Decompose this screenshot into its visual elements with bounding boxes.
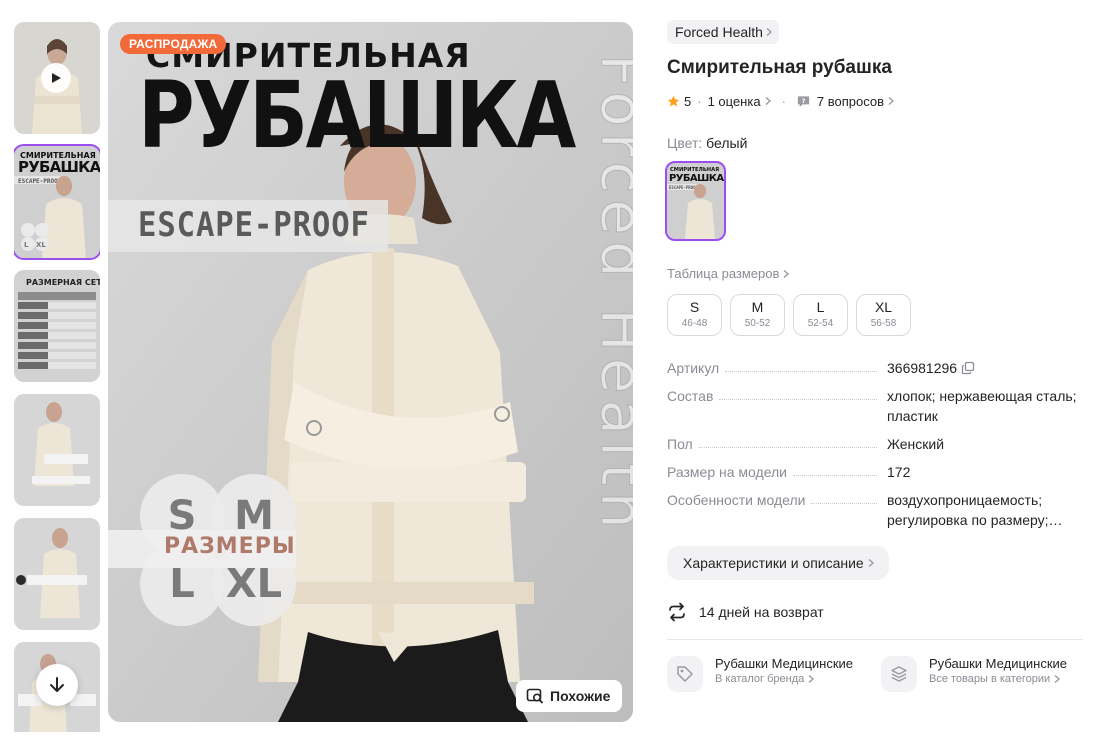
spec-row-composition: Состав хлопок; нержавеющая сталь; пласти… [667,386,1083,426]
product-info: Forced Health Смирительная рубашка 5 · 1… [665,20,1083,692]
layers-icon [891,666,907,682]
category-title: Рубашки Медицинские [715,656,854,671]
spec-row-model-size: Размер на модели 172 [667,462,1083,482]
chevron-right-icon [765,96,771,106]
thumbnail-size-chart[interactable]: РАЗМЕРНАЯ СЕТКА [14,270,100,382]
size-option-xl[interactable]: XL 56-58 [856,294,911,336]
size-table-link[interactable]: Таблица размеров [667,266,1083,281]
spec-row-article: Артикул 366981296 [667,358,1083,378]
sizes-word: РАЗМЕРЫ [164,534,296,559]
color-row: Цвет: белый [667,135,1083,151]
size-selector: S 46-48 M 50-52 L 52-54 XL 56-58 [667,294,1083,336]
product-title: Смирительная рубашка [667,57,892,78]
return-arrows-icon [669,602,685,622]
thumbnail-feature[interactable] [14,518,100,630]
brand-catalog-link[interactable]: Рубашки Медицинские В каталог бренда [667,656,867,692]
tag-icon [677,666,693,682]
copy-icon[interactable] [961,361,975,375]
spec-value: Женский [887,436,945,452]
thumbnail-video[interactable] [14,22,100,134]
chevron-right-icon [888,96,895,106]
svg-text:L: L [24,241,29,249]
spec-key: Пол [667,436,693,452]
svg-text:?: ? [802,97,806,105]
category-title: Рубашки Медицинские [929,656,1068,671]
arrow-down-icon [50,677,64,692]
category-links: Рубашки Медицинские В каталог бренда Руб… [667,656,1083,692]
chevron-right-icon [783,269,790,278]
svg-text:ESCAPE-PROOF: ESCAPE-PROOF [669,185,698,190]
svg-text:РУБАШКА: РУБАШКА [669,173,724,184]
return-text: 14 дней на возврат [699,604,824,620]
svg-text:XL: XL [36,241,46,249]
spec-key: Особенности модели [667,492,806,508]
chevron-right-icon [1054,674,1061,684]
scroll-down-button[interactable] [36,664,78,706]
svg-text:ESCAPE-PROOF: ESCAPE-PROOF [18,178,62,185]
brand-watermark: Forced Health [588,54,634,536]
similar-button[interactable]: Похожие [516,680,623,712]
category-subtitle: В каталог бренда [715,673,805,685]
sale-badge: РАСПРОДАЖА [120,34,227,54]
svg-text:РУБАШКА: РУБАШКА [18,158,100,176]
spec-row-gender: Пол Женский [667,434,1083,454]
category-all-link[interactable]: Рубашки Медицинские Все товары в категор… [881,656,1081,692]
color-option-white[interactable]: СМИРИТЕЛЬНАЯ РУБАШКА ESCAPE-PROOF [665,161,726,241]
play-icon [41,63,71,93]
return-policy: 14 дней на возврат [667,602,1083,622]
questions-link[interactable]: 7 вопросов [817,94,895,109]
similar-search-icon [526,688,543,704]
brand-name: Forced Health [675,24,763,40]
size-option-m[interactable]: M 50-52 [730,294,785,336]
spec-key: Артикул [667,360,720,376]
chevron-right-icon [766,27,773,37]
spec-key: Размер на модели [667,464,787,480]
spec-value: хлопок; нержавеющая сталь; пластик [887,388,1077,424]
thumbnail-strip: СМИРИТЕЛЬНАЯ РУБАШКА ESCAPE-PROOF L XL Р… [14,22,100,732]
thumbnail-cover[interactable]: СМИРИТЕЛЬНАЯ РУБАШКА ESCAPE-PROOF L XL [14,144,100,260]
main-product-image[interactable]: СМИРИТЕЛЬНАЯ РУБАШКА ESCAPE-PROOF Forced… [108,22,633,722]
headline-big: РУБАШКА [138,62,576,169]
details-button[interactable]: Характеристики и описание [667,546,889,580]
subtitle-escape-proof: ESCAPE-PROOF [138,205,370,245]
size-option-l[interactable]: L 52-54 [793,294,848,336]
similar-button-label: Похожие [550,688,611,704]
star-icon [667,95,680,107]
rating-value: 5 [684,93,692,109]
spec-key: Состав [667,388,714,404]
article-number: 366981296 [887,360,958,376]
spec-value: воздухопроницаемость; регулировка по раз… [887,492,1063,528]
color-value: белый [706,135,748,151]
reviews-link[interactable]: 1 оценка [708,94,772,109]
chevron-right-icon [868,558,874,568]
divider [667,639,1083,640]
brand-link[interactable]: Forced Health [667,20,779,44]
svg-text:РАЗМЕРНАЯ СЕТКА: РАЗМЕРНАЯ СЕТКА [26,278,100,287]
rating-row: 5 · 1 оценка · ? 7 вопросов [667,92,1083,110]
spec-value: 172 [887,464,911,480]
color-label: Цвет: [667,135,703,151]
chevron-right-icon [808,674,815,684]
thumbnail-feature[interactable] [14,394,100,506]
spec-row-features: Особенности модели воздухопроницаемость;… [667,490,1083,530]
spec-list: Артикул 366981296 Состав хлопок; нержаве… [667,358,1083,530]
size-option-s[interactable]: S 46-48 [667,294,722,336]
question-icon: ? [797,95,810,107]
category-subtitle: Все товары в категории [929,673,1051,685]
